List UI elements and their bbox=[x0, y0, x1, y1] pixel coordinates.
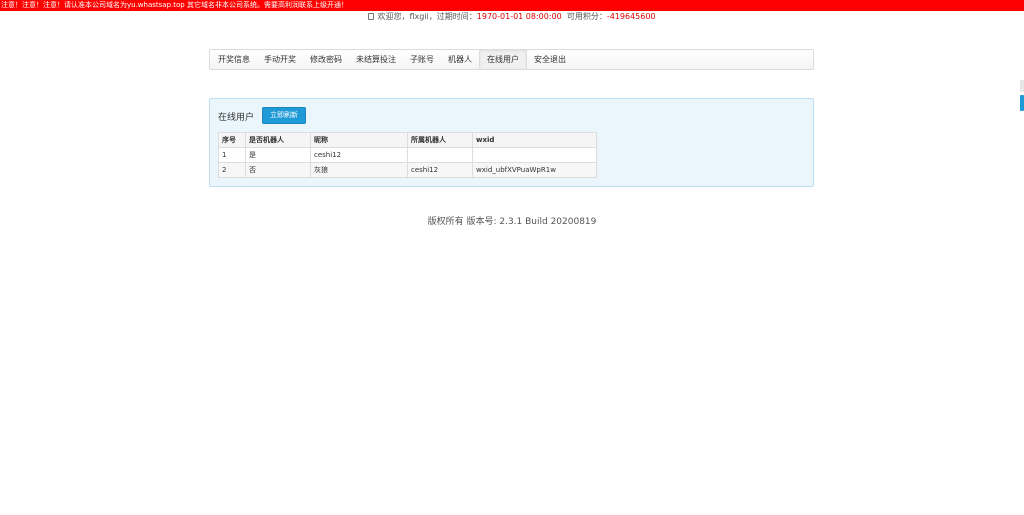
nav-item-manual-draw[interactable]: 手动开奖 bbox=[257, 50, 303, 69]
table-header-row: 序号 是否机器人 昵称 所属机器人 wxid bbox=[218, 132, 597, 148]
col-header-owner-robot: 所属机器人 bbox=[407, 132, 473, 148]
cell-owner-robot bbox=[407, 147, 473, 163]
col-header-index: 序号 bbox=[218, 132, 246, 148]
panel-title: 在线用户 bbox=[218, 113, 255, 123]
col-header-is-robot: 是否机器人 bbox=[245, 132, 311, 148]
online-users-panel: 在线用户 立即刷新 序号 是否机器人 昵称 所属机器人 wxid 1 是 ces… bbox=[209, 98, 814, 187]
cell-index: 1 bbox=[218, 147, 246, 163]
alert-banner: 注意！注意！注意！请认准本公司域名为yu.whastsap.top 其它域名非本… bbox=[0, 0, 1024, 11]
points-value: -419645600 bbox=[606, 12, 656, 21]
nav-item-unsettled-bets[interactable]: 未结算投注 bbox=[349, 50, 403, 69]
welcome-bar: 欢迎您，flxgii，过期时间：1970-01-01 08:00:00 可用积分… bbox=[0, 12, 1024, 22]
cell-owner-robot: ceshi12 bbox=[407, 162, 473, 178]
cell-wxid: wxid_ubfXVPuaWpR1w bbox=[472, 162, 597, 178]
side-scroll-track[interactable] bbox=[1020, 80, 1024, 92]
cell-is-robot: 是 bbox=[245, 147, 311, 163]
cell-nickname: ceshi12 bbox=[310, 147, 408, 163]
welcome-text: 欢迎您，flxgii，过期时间： bbox=[377, 12, 477, 21]
cell-wxid bbox=[472, 147, 597, 163]
refresh-button[interactable]: 立即刷新 bbox=[262, 107, 306, 124]
user-icon bbox=[368, 13, 375, 20]
nav-item-logout[interactable]: 安全退出 bbox=[527, 50, 573, 69]
nav-item-change-password[interactable]: 修改密码 bbox=[303, 50, 349, 69]
col-header-nickname: 昵称 bbox=[310, 132, 408, 148]
online-users-table: 序号 是否机器人 昵称 所属机器人 wxid 1 是 ceshi12 2 否 灰… bbox=[218, 132, 597, 178]
nav-item-robots[interactable]: 机器人 bbox=[441, 50, 479, 69]
alert-text: 注意！注意！注意！请认准本公司域名为yu.whastsap.top 其它域名非本… bbox=[1, 1, 348, 9]
table-row: 1 是 ceshi12 bbox=[218, 147, 597, 163]
points-label: 可用积分： bbox=[566, 12, 607, 21]
main-nav: 开奖信息 手动开奖 修改密码 未结算投注 子账号 机器人 在线用户 安全退出 bbox=[209, 49, 814, 70]
nav-item-online-users[interactable]: 在线用户 bbox=[479, 50, 527, 69]
nav-item-lottery-info[interactable]: 开奖信息 bbox=[211, 50, 257, 69]
footer-copyright: 版权所有 版本号: 2.3.1 Build 20200819 bbox=[427, 217, 597, 227]
nav-item-sub-accounts[interactable]: 子账号 bbox=[403, 50, 441, 69]
expire-time: 1970-01-01 08:00:00 bbox=[476, 12, 562, 21]
cell-is-robot: 否 bbox=[245, 162, 311, 178]
side-scroll-handle[interactable] bbox=[1020, 95, 1024, 111]
cell-nickname: 灰狼 bbox=[310, 162, 408, 178]
cell-index: 2 bbox=[218, 162, 246, 178]
col-header-wxid: wxid bbox=[472, 132, 597, 148]
table-row: 2 否 灰狼 ceshi12 wxid_ubfXVPuaWpR1w bbox=[218, 162, 597, 178]
